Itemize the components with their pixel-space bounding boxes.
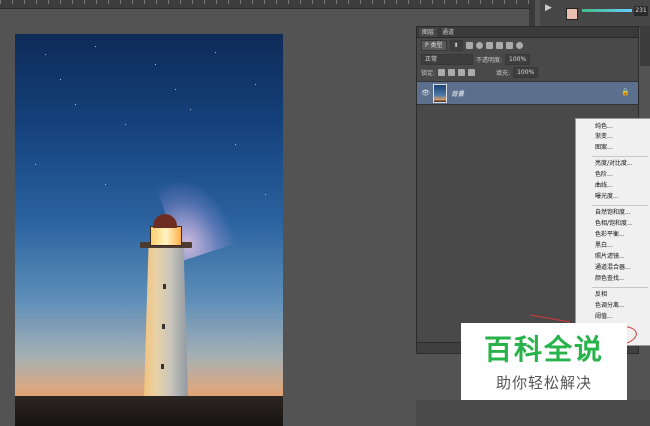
watermark-title: 百科全说 bbox=[483, 333, 604, 366]
tab-layers[interactable]: 图层 bbox=[419, 28, 438, 37]
menu-item-hue-saturation[interactable]: 色相/饱和度... bbox=[595, 220, 633, 228]
chevron-down-icon[interactable]: ⬍ bbox=[449, 40, 463, 51]
menu-item-color-balance[interactable]: 色彩平衡... bbox=[595, 231, 625, 239]
opacity-input[interactable]: 100% bbox=[505, 54, 531, 65]
layer-thumbnail bbox=[433, 84, 447, 103]
document-canvas[interactable] bbox=[15, 34, 283, 426]
menu-item-levels[interactable]: 色阶... bbox=[595, 171, 613, 179]
blend-mode-select[interactable]: 正常 bbox=[421, 54, 473, 65]
menu-separator bbox=[592, 156, 648, 157]
horizontal-ruler bbox=[0, 0, 530, 9]
foreground-swatch[interactable] bbox=[566, 8, 578, 20]
menu-item-invert[interactable]: 反相 bbox=[595, 291, 607, 299]
color-value[interactable]: 231 bbox=[634, 6, 648, 16]
eye-icon[interactable]: 👁 bbox=[421, 89, 430, 97]
ground bbox=[15, 396, 283, 426]
lighthouse-lantern bbox=[150, 226, 182, 246]
menu-item-color-lookup[interactable]: 颜色查找... bbox=[595, 275, 625, 283]
panel-tabs: 图层 通道 bbox=[417, 27, 638, 38]
menu-item-threshold[interactable]: 阈值... bbox=[595, 313, 613, 321]
image-filter-icon[interactable] bbox=[465, 42, 473, 49]
adjustment-layer-menu: 纯色... 渐变... 图案... 亮度/对比度... 色阶... 曲线... … bbox=[575, 118, 650, 346]
tab-channels[interactable]: 通道 bbox=[439, 28, 457, 37]
menu-item-channel-mixer[interactable]: 通道混合器... bbox=[595, 264, 631, 272]
filter-toggle-icon[interactable] bbox=[515, 42, 523, 49]
bottom-panel-strip bbox=[416, 400, 650, 426]
menu-item-exposure[interactable]: 曝光度... bbox=[595, 193, 619, 201]
watermark-subtitle: 助你轻松解决 bbox=[495, 374, 592, 392]
shape-filter-icon[interactable] bbox=[495, 42, 503, 49]
watermark: 百科全说 助你轻松解决 bbox=[461, 323, 627, 400]
smart-object-filter-icon[interactable] bbox=[505, 42, 513, 49]
play-icon[interactable]: ▶ bbox=[545, 3, 557, 15]
panel-icon-strip bbox=[640, 26, 650, 66]
color-slider[interactable] bbox=[582, 9, 632, 12]
lock-icon: 🔒 bbox=[621, 88, 630, 96]
menu-item-pattern[interactable]: 图案... bbox=[595, 144, 613, 152]
menu-separator bbox=[592, 287, 648, 288]
filter-kind-select[interactable]: P 类型 bbox=[421, 40, 447, 51]
lock-pixels-icon[interactable] bbox=[438, 69, 446, 76]
filter-row: P 类型 ⬍ bbox=[421, 40, 523, 51]
menu-item-photo-filter[interactable]: 照片滤镜... bbox=[595, 253, 625, 261]
lock-image-icon[interactable] bbox=[448, 69, 456, 76]
menu-item-brightness-contrast[interactable]: 亮度/对比度... bbox=[595, 160, 633, 168]
menu-item-gradient[interactable]: 渐变... bbox=[595, 133, 613, 141]
adjustment-filter-icon[interactable] bbox=[475, 42, 483, 49]
opacity-label: 不透明度: bbox=[476, 57, 503, 64]
layer-name[interactable]: 背景 bbox=[451, 88, 464, 98]
lock-label: 锁定: bbox=[421, 70, 436, 77]
menu-item-curves[interactable]: 曲线... bbox=[595, 182, 613, 190]
menu-item-vibrance[interactable]: 自然饱和度... bbox=[595, 209, 631, 217]
type-filter-icon[interactable] bbox=[485, 42, 493, 49]
fill-label: 填充: bbox=[496, 70, 511, 77]
menu-item-black-white[interactable]: 黑白... bbox=[595, 242, 613, 250]
fill-input[interactable]: 100% bbox=[513, 67, 539, 78]
menu-item-solid-color[interactable]: 纯色... bbox=[595, 123, 613, 131]
menu-separator bbox=[592, 205, 648, 206]
lock-all-icon[interactable] bbox=[468, 69, 476, 76]
lock-position-icon[interactable] bbox=[458, 69, 466, 76]
menu-item-posterize[interactable]: 色调分离... bbox=[595, 302, 625, 310]
blend-row: 正常 不透明度: 100% bbox=[421, 54, 531, 65]
layer-row-background[interactable]: 👁 背景 🔒 bbox=[417, 81, 638, 105]
lock-row: 锁定: 填充: 100% bbox=[421, 67, 539, 78]
